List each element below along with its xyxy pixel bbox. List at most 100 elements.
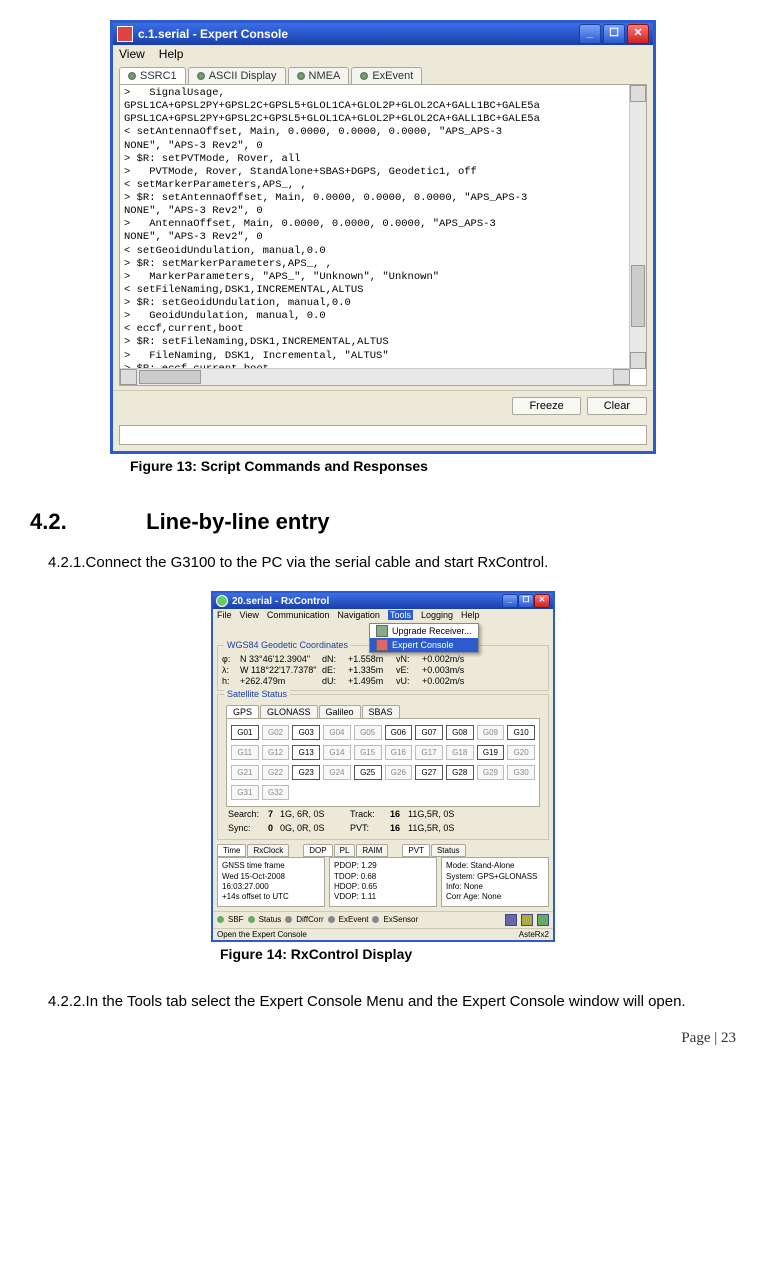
dot-icon <box>297 72 305 80</box>
sat-cell[interactable]: G06 <box>385 725 413 740</box>
label-de: dE: <box>322 665 344 675</box>
sat-cell[interactable]: G04 <box>323 725 351 740</box>
menu-help[interactable]: Help <box>461 610 480 620</box>
value-h: +262.479m <box>240 676 318 686</box>
sat-cell[interactable]: G03 <box>292 725 320 740</box>
value-vu: +0.002m/s <box>422 676 472 686</box>
step-4-2-1: 4.2.1.Connect the G3100 to the PC via th… <box>48 553 736 573</box>
dot-icon <box>128 72 136 80</box>
maximize-button[interactable]: ☐ <box>518 594 534 608</box>
btab-pvt[interactable]: PVT <box>402 844 430 857</box>
scroll-thumb[interactable] <box>631 265 645 327</box>
menu-navigation[interactable]: Navigation <box>337 610 380 620</box>
tab-galileo[interactable]: Galileo <box>319 705 361 718</box>
command-input[interactable] <box>119 425 647 445</box>
tab-nmea[interactable]: NMEA <box>288 67 350 84</box>
tab-sbas[interactable]: SBAS <box>362 705 400 718</box>
status-bar: SBF Status DiffCorr ExEvent ExSensor <box>213 911 553 928</box>
horizontal-scrollbar[interactable] <box>120 368 630 385</box>
sat-cell[interactable]: G32 <box>262 785 290 800</box>
sat-cell[interactable]: G15 <box>354 745 382 760</box>
sat-cell[interactable]: G09 <box>477 725 505 740</box>
menu-file[interactable]: File <box>217 610 232 620</box>
pvt-box: Mode: Stand-Alone System: GPS+GLONASS In… <box>441 857 549 907</box>
menu-tools[interactable]: Tools <box>388 610 413 620</box>
sat-cell[interactable]: G31 <box>231 785 259 800</box>
label-dn: dN: <box>322 654 344 664</box>
save-icon[interactable] <box>505 914 517 926</box>
close-button[interactable]: ✕ <box>627 24 649 44</box>
window-title: 20.serial - RxControl <box>232 596 329 607</box>
rxcontrol-window: 20.serial - RxControl _ ☐ ✕ File View Co… <box>211 591 555 942</box>
sat-cell[interactable]: G22 <box>262 765 290 780</box>
sat-cell[interactable]: G11 <box>231 745 259 760</box>
sat-cell[interactable]: G27 <box>415 765 443 780</box>
btab-rxclock[interactable]: RxClock <box>247 844 289 857</box>
sat-cell[interactable]: G23 <box>292 765 320 780</box>
disk-icon[interactable] <box>521 914 533 926</box>
tab-gps[interactable]: GPS <box>226 705 259 718</box>
btab-pl[interactable]: PL <box>334 844 356 857</box>
sat-cell[interactable]: G19 <box>477 745 505 760</box>
sat-cell[interactable]: G29 <box>477 765 505 780</box>
menu-logging[interactable]: Logging <box>421 610 453 620</box>
btab-raim[interactable]: RAIM <box>356 844 388 857</box>
sat-cell[interactable]: G16 <box>385 745 413 760</box>
dot-icon <box>360 72 368 80</box>
sat-cell[interactable]: G18 <box>446 745 474 760</box>
scroll-left-icon[interactable] <box>120 369 137 385</box>
tab-ssrc1[interactable]: SSRC1 <box>119 67 186 84</box>
sat-cell[interactable]: G17 <box>415 745 443 760</box>
sat-grid: G01G02G03G04G05G06G07G08G09G10G11G12G13G… <box>226 718 540 807</box>
sat-cell[interactable]: G24 <box>323 765 351 780</box>
sat-cell[interactable]: G12 <box>262 745 290 760</box>
status-dot-icon <box>328 916 335 923</box>
title-bar[interactable]: 20.serial - RxControl _ ☐ ✕ <box>213 593 553 609</box>
scroll-thumb[interactable] <box>139 370 201 384</box>
clear-button[interactable]: Clear <box>587 397 647 415</box>
scroll-right-icon[interactable] <box>613 369 630 385</box>
maximize-button[interactable]: ☐ <box>603 24 625 44</box>
console-text: > SignalUsage, GPSL1CA+GPSL2PY+GPSL2C+GP… <box>120 85 646 386</box>
close-button[interactable]: ✕ <box>534 594 550 608</box>
sat-cell[interactable]: G26 <box>385 765 413 780</box>
tab-ascii[interactable]: ASCII Display <box>188 67 286 84</box>
minimize-button[interactable]: _ <box>579 24 601 44</box>
sat-cell[interactable]: G20 <box>507 745 535 760</box>
btab-time[interactable]: Time <box>217 844 246 857</box>
signal-icon[interactable] <box>537 914 549 926</box>
minimize-button[interactable]: _ <box>502 594 518 608</box>
tab-exevent[interactable]: ExEvent <box>351 67 422 84</box>
sat-cell[interactable]: G10 <box>507 725 535 740</box>
menu-view[interactable]: View <box>119 47 145 61</box>
title-bar[interactable]: c.1.serial - Expert Console _ ☐ ✕ <box>113 23 653 45</box>
btab-dop[interactable]: DOP <box>303 844 332 857</box>
sat-cell[interactable]: G08 <box>446 725 474 740</box>
freeze-button[interactable]: Freeze <box>512 397 580 415</box>
dropdown-upgrade[interactable]: Upgrade Receiver... <box>370 624 478 638</box>
btab-status[interactable]: Status <box>431 844 466 857</box>
sat-cell[interactable]: G21 <box>231 765 259 780</box>
vertical-scrollbar[interactable] <box>629 85 646 369</box>
sat-cell[interactable]: G14 <box>323 745 351 760</box>
label-lambda: λ: <box>222 665 236 675</box>
scroll-up-icon[interactable] <box>630 85 646 102</box>
sat-cell[interactable]: G13 <box>292 745 320 760</box>
menu-view[interactable]: View <box>240 610 259 620</box>
figure-caption-13: Figure 13: Script Commands and Responses <box>30 458 736 474</box>
sat-cell[interactable]: G28 <box>446 765 474 780</box>
label-ve: vE: <box>396 665 418 675</box>
tab-glonass[interactable]: GLONASS <box>260 705 318 718</box>
sat-cell[interactable]: G02 <box>262 725 290 740</box>
menu-help[interactable]: Help <box>159 47 184 61</box>
status-dot-icon <box>285 916 292 923</box>
sat-cell[interactable]: G01 <box>231 725 259 740</box>
menu-communication[interactable]: Communication <box>267 610 330 620</box>
sat-cell[interactable]: G25 <box>354 765 382 780</box>
console-icon <box>376 639 388 651</box>
dropdown-expert-console[interactable]: Expert Console <box>370 638 478 652</box>
sat-cell[interactable]: G05 <box>354 725 382 740</box>
sat-cell[interactable]: G07 <box>415 725 443 740</box>
sat-cell[interactable]: G30 <box>507 765 535 780</box>
scroll-down-icon[interactable] <box>630 352 646 369</box>
